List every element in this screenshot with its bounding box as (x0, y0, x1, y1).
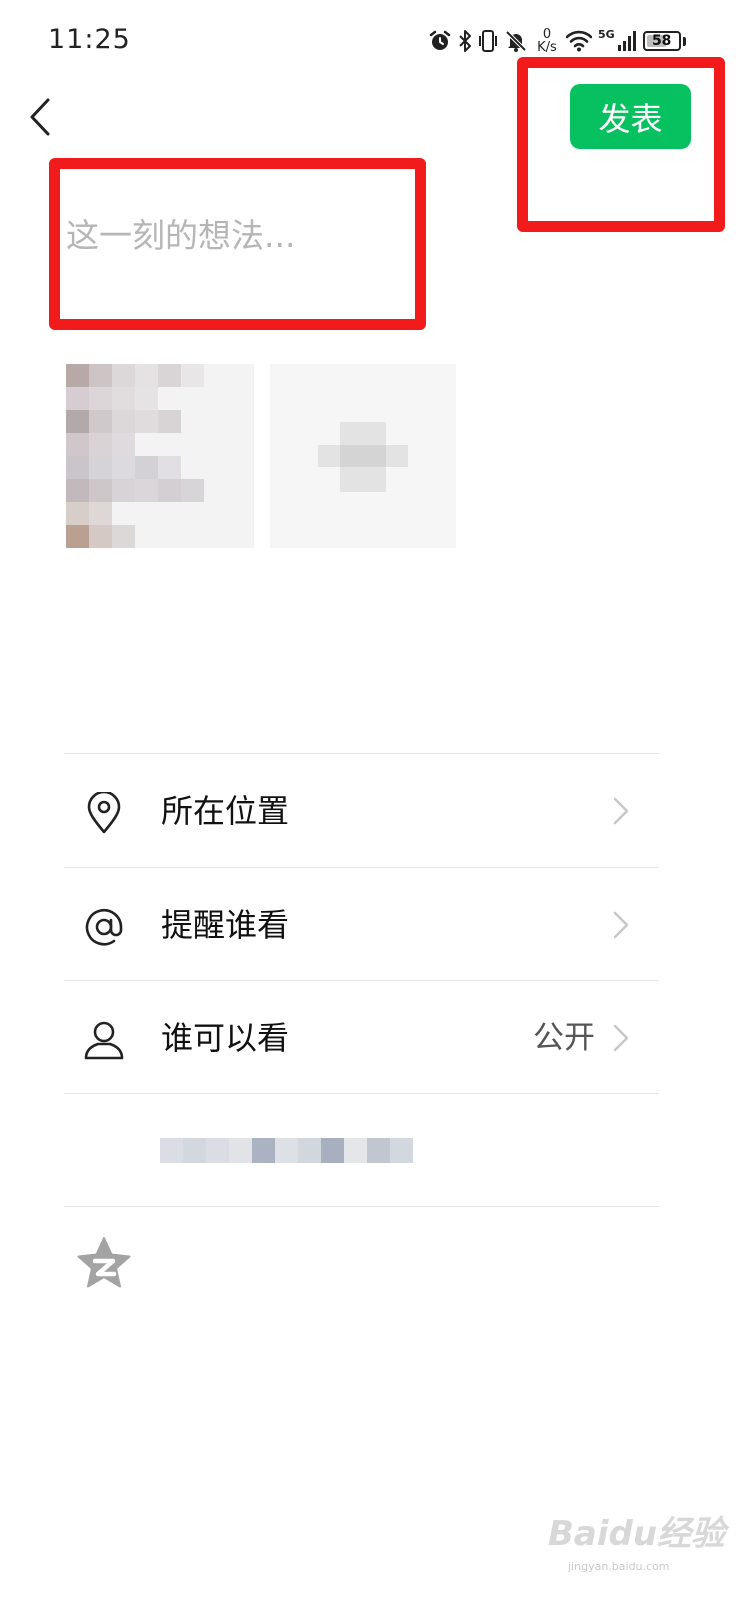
pixel (158, 364, 181, 387)
pixel (89, 456, 112, 479)
watermark-sub: jingyan.baidu.com (568, 1560, 670, 1573)
signal-icon (617, 31, 636, 51)
status-icons: 0 K/s 5G 58 (428, 24, 686, 58)
pixel (158, 410, 181, 433)
vibrate-icon (479, 30, 497, 52)
person-icon (82, 1018, 126, 1062)
pixel (66, 387, 89, 410)
add-photo-button[interactable] (270, 364, 456, 548)
battery-tip (682, 36, 686, 46)
pixel (112, 387, 135, 410)
pixel (66, 479, 89, 502)
redacted-text (160, 1138, 413, 1163)
back-button[interactable] (20, 94, 60, 140)
pixel (135, 479, 158, 502)
option-location-label: 所在位置 (161, 792, 290, 830)
pixel (135, 410, 158, 433)
pixel (135, 456, 158, 479)
option-visibility-label: 谁可以看 (161, 1019, 290, 1057)
pixel (89, 410, 112, 433)
watermark-logo: Baidu经验 jingyan.baidu.com (548, 1500, 733, 1590)
option-mention-label: 提醒谁看 (161, 906, 290, 944)
pixel (158, 456, 181, 479)
pixel (112, 525, 135, 548)
chevron-right-icon (613, 797, 629, 825)
network-type: 5G (598, 28, 615, 41)
wifi-icon (566, 30, 592, 52)
net-speed-unit: K/s (537, 40, 557, 55)
divider (64, 1206, 659, 1207)
pixel (112, 410, 135, 433)
battery-icon: 58 (642, 31, 681, 51)
pixel (89, 525, 112, 548)
alarm-icon (429, 30, 451, 50)
option-location[interactable]: 所在位置 (64, 755, 659, 867)
qzone-star-icon[interactable] (74, 1234, 134, 1294)
pixel (181, 364, 204, 387)
pixel (66, 410, 89, 433)
pixel (89, 364, 112, 387)
pixel (66, 525, 89, 548)
option-visibility[interactable]: 谁可以看 公开 (64, 982, 659, 1094)
pixel (112, 456, 135, 479)
at-icon (82, 905, 126, 949)
status-bar: 11:25 0 K/s 5G 58 (0, 0, 738, 84)
pixel (112, 433, 135, 456)
pixel (89, 502, 112, 525)
bluetooth-icon (459, 30, 471, 52)
pixel (112, 364, 135, 387)
chevron-right-icon (613, 911, 629, 939)
pixel (89, 433, 112, 456)
pixel (112, 479, 135, 502)
pixel (89, 387, 112, 410)
pixel (66, 502, 89, 525)
chevron-left-icon (30, 98, 50, 136)
divider (64, 1093, 659, 1094)
photo-thumbnail[interactable] (66, 364, 254, 548)
post-text-input[interactable] (66, 205, 406, 265)
pixel (135, 364, 158, 387)
option-visibility-value: 公开 (533, 1020, 595, 1056)
battery-level: 58 (651, 33, 672, 49)
status-time: 11:25 (48, 24, 131, 55)
pixel (66, 456, 89, 479)
divider (64, 867, 659, 868)
pixel (66, 364, 89, 387)
pixel (66, 433, 89, 456)
option-mention[interactable]: 提醒谁看 (64, 869, 659, 981)
pixel (158, 479, 181, 502)
chevron-right-icon (613, 1024, 629, 1052)
publish-button[interactable]: 发表 (570, 84, 691, 149)
watermark-text: Baidu经验 (548, 1514, 726, 1554)
mute-icon (505, 30, 527, 52)
divider (64, 753, 659, 754)
pixel (89, 479, 112, 502)
location-pin-icon (82, 791, 126, 835)
plus-icon-center (340, 445, 386, 467)
pixel (135, 387, 158, 410)
divider (64, 980, 659, 981)
pixel (181, 479, 204, 502)
net-speed: 0 K/s (534, 28, 560, 54)
